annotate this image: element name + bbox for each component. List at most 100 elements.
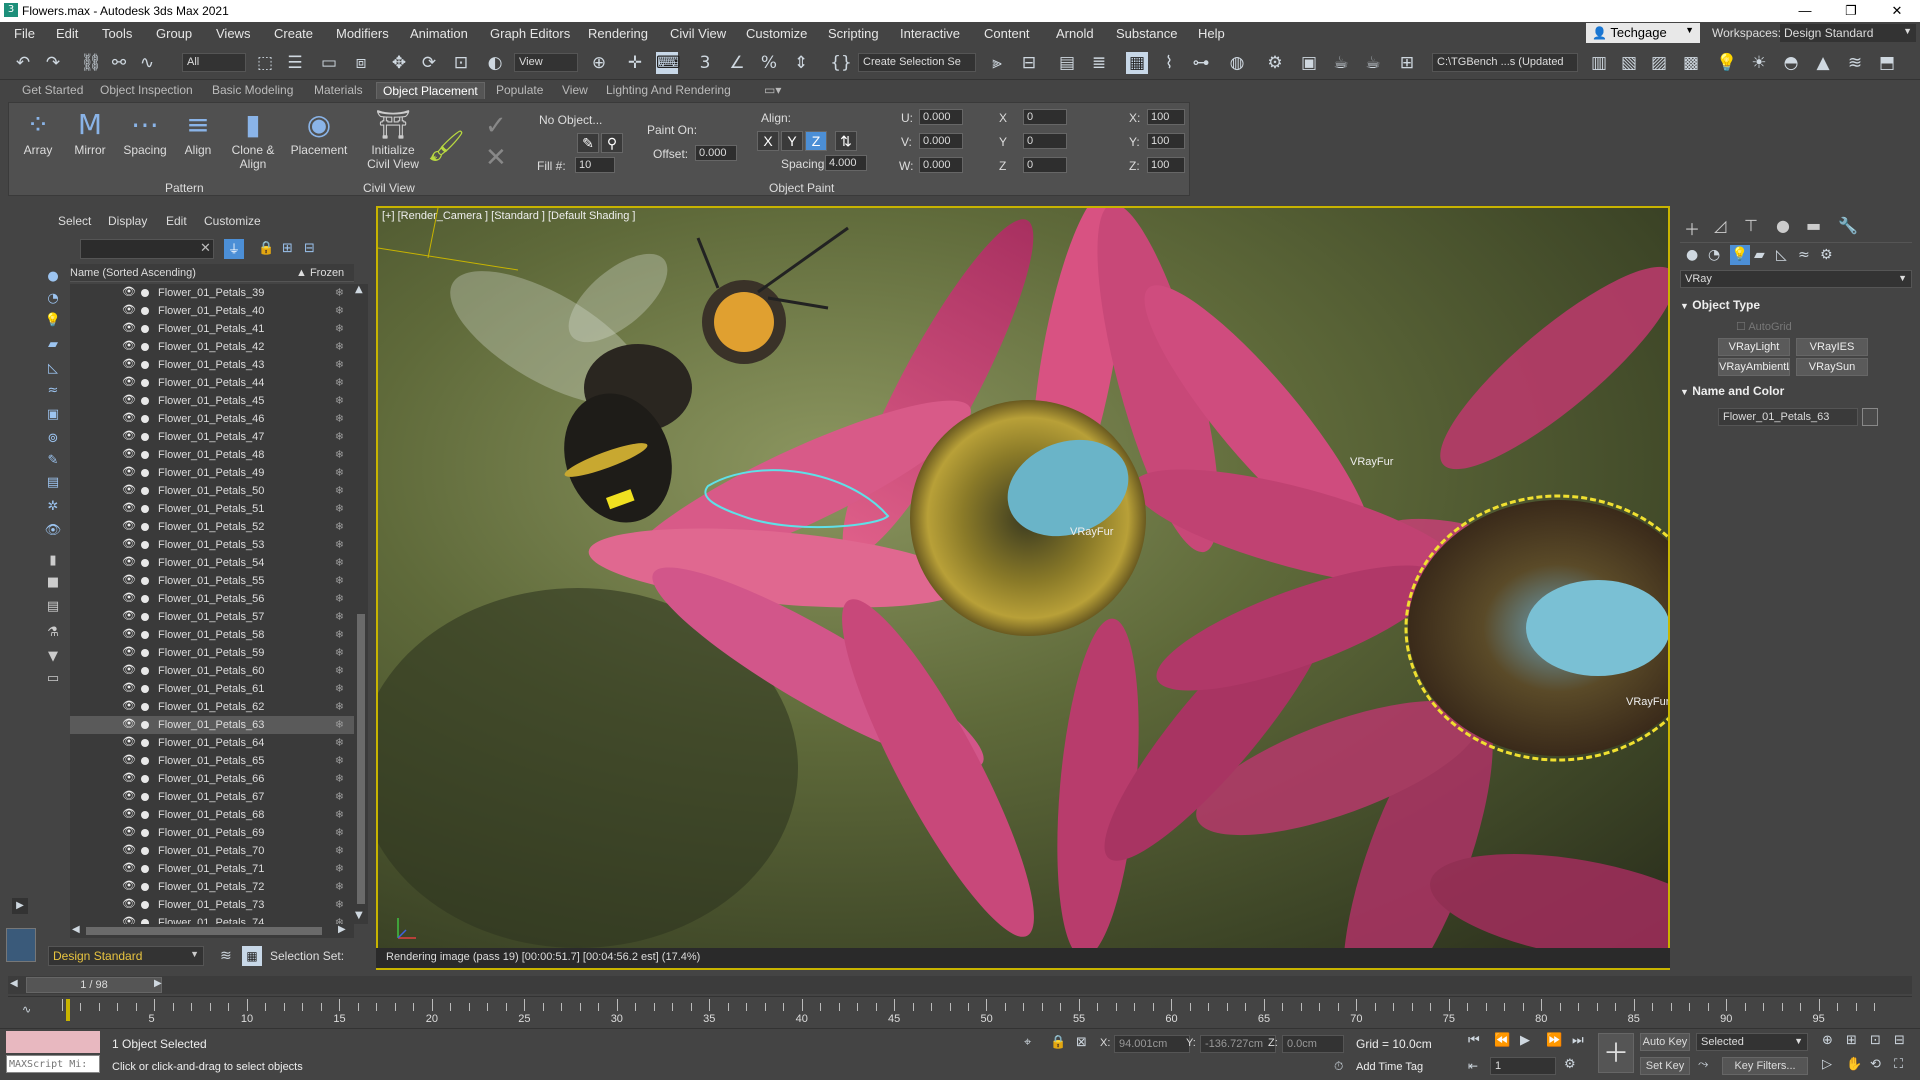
render-dot-icon[interactable] — [141, 541, 149, 549]
scroll-thumb[interactable] — [357, 614, 365, 904]
table-row[interactable]: 👁 Flower_01_Petals_48 ❄ — [70, 446, 354, 464]
visibility-eye-icon[interactable]: 👁 — [122, 591, 136, 604]
table-row[interactable]: 👁 Flower_01_Petals_43 ❄ — [70, 356, 354, 374]
redo-icon[interactable]: ↷ — [42, 52, 64, 74]
visibility-eye-icon[interactable]: 👁 — [122, 555, 136, 568]
flip-axis-icon[interactable]: ⇅ — [835, 131, 857, 151]
menu-create[interactable]: Create — [274, 26, 313, 41]
visibility-eye-icon[interactable]: 👁 — [122, 609, 136, 622]
utilities-tab-icon[interactable]: 🔧 — [1838, 216, 1858, 235]
render-dot-icon[interactable] — [141, 415, 149, 423]
x-coord-field[interactable]: 94.001cm — [1114, 1035, 1190, 1053]
rotate-x-spinner[interactable]: 0 — [1023, 109, 1067, 125]
menu-edit[interactable]: Edit — [56, 26, 78, 41]
tab-get-started[interactable]: Get Started — [22, 83, 83, 97]
name-and-color-rollout[interactable]: ▼ Name and Color — [1680, 384, 1912, 404]
visibility-eye-icon[interactable]: 👁 — [122, 303, 136, 316]
explorer-menu-display[interactable]: Display — [108, 214, 147, 228]
render-dot-icon[interactable] — [141, 865, 149, 873]
table-row[interactable]: 👁 Flower_01_Petals_71 ❄ — [70, 860, 354, 878]
table-row[interactable]: 👁 Flower_01_Petals_70 ❄ — [70, 842, 354, 860]
table-row[interactable]: 👁 Flower_01_Petals_72 ❄ — [70, 878, 354, 896]
table-row[interactable]: 👁 Flower_01_Petals_64 ❄ — [70, 734, 354, 752]
maximize-viewport-icon[interactable]: ⛶ — [1894, 1057, 1903, 1072]
ribbon-toggle-icon[interactable]: ▦ — [1126, 52, 1148, 74]
freeze-icon[interactable]: ❄ — [335, 898, 344, 911]
filter-icon[interactable]: ⚗ — [44, 624, 62, 642]
table-row[interactable]: 👁 Flower_01_Petals_65 ❄ — [70, 752, 354, 770]
table-row[interactable]: 👁 Flower_01_Petals_40 ❄ — [70, 302, 354, 320]
expand-arrow-icon[interactable]: ▶ — [12, 898, 28, 914]
visibility-eye-icon[interactable]: 👁 — [122, 681, 136, 694]
menu-help[interactable]: Help — [1198, 26, 1225, 41]
lights-category-icon[interactable]: 💡 — [1730, 245, 1750, 265]
bind-space-warp-icon[interactable]: ∿ — [136, 52, 158, 74]
menu-views[interactable]: Views — [216, 26, 250, 41]
freeze-icon[interactable]: ❄ — [335, 808, 344, 821]
mirror-icon[interactable]: ⫸ — [986, 52, 1008, 74]
visibility-eye-icon[interactable]: 👁 — [122, 663, 136, 676]
tab-object-inspection[interactable]: Object Inspection — [100, 83, 193, 97]
maxscript-listener-pink[interactable] — [6, 1031, 100, 1053]
freeze-icon[interactable]: ❄ — [335, 862, 344, 875]
vraylight-button[interactable]: VRayLight — [1718, 338, 1790, 356]
groups-filter-icon[interactable]: ▣ — [44, 406, 62, 424]
table-row[interactable]: 👁 Flower_01_Petals_54 ❄ — [70, 554, 354, 572]
render-dot-icon[interactable] — [141, 613, 149, 621]
visibility-eye-icon[interactable]: 👁 — [122, 519, 136, 532]
selection-lock-icon[interactable]: 🔒 — [1050, 1035, 1066, 1050]
menu-graph-editors[interactable]: Graph Editors — [490, 26, 570, 41]
scene-explorer-icon[interactable]: ▤ — [1056, 52, 1078, 74]
helpers-category-icon[interactable]: ◺ — [1776, 247, 1787, 263]
zoom-extents-all-icon[interactable]: ⊟ — [1894, 1033, 1905, 1048]
helpers-filter-icon[interactable]: ◺ — [44, 360, 62, 378]
render-camera-viewport[interactable]: VRayFur VRayFur VRayFur — [376, 206, 1670, 970]
render-dot-icon[interactable] — [141, 775, 149, 783]
visibility-eye-icon[interactable]: 👁 — [122, 735, 136, 748]
select-by-name-icon[interactable]: ☰ — [284, 52, 306, 74]
time-config-icon[interactable]: ⚙ — [1564, 1057, 1576, 1072]
offset-spinner[interactable]: 0.000 — [695, 145, 737, 161]
pick-object-icon[interactable]: ✎ — [577, 133, 599, 153]
containers-filter-icon[interactable]: ▤ — [44, 474, 62, 492]
checkmark-icon[interactable]: ✓ — [485, 111, 507, 141]
workspace-dropdown[interactable]: Design Standard ▼ — [1780, 24, 1916, 42]
table-row[interactable]: 👁 Flower_01_Petals_39 ❄ — [70, 284, 354, 302]
table-row[interactable]: 👁 Flower_01_Petals_66 ❄ — [70, 770, 354, 788]
key-mode-icon[interactable]: ⇤ — [1468, 1059, 1478, 1073]
explorer-menu-edit[interactable]: Edit — [166, 214, 187, 228]
freeze-icon[interactable]: ❄ — [335, 502, 344, 515]
explorer-search-input[interactable] — [80, 239, 214, 259]
motion-tab-icon[interactable]: ● — [1776, 216, 1790, 235]
xrefs-filter-icon[interactable]: ⊚ — [44, 430, 62, 448]
menu-modifiers[interactable]: Modifiers — [336, 26, 389, 41]
bones-filter-icon[interactable]: ✎ — [44, 452, 62, 470]
mirror-button[interactable]: M Mirror — [67, 107, 113, 157]
prev-frame-icon[interactable]: ◀ — [10, 978, 18, 989]
visibility-eye-icon[interactable]: 👁 — [122, 411, 136, 424]
tab-populate[interactable]: Populate — [496, 83, 543, 97]
render-dot-icon[interactable] — [141, 559, 149, 567]
list-view-icon[interactable]: ▤ — [44, 598, 62, 616]
minimize-button[interactable]: — — [1782, 0, 1828, 22]
freeze-icon[interactable]: ❄ — [335, 664, 344, 677]
render-dot-icon[interactable] — [141, 883, 149, 891]
table-row[interactable]: 👁 Flower_01_Petals_56 ❄ — [70, 590, 354, 608]
menu-content[interactable]: Content — [984, 26, 1030, 41]
vray-mesh-icon[interactable]: ▲ — [1812, 52, 1834, 74]
axis-y-button[interactable]: Y — [781, 131, 803, 151]
render-dot-icon[interactable] — [141, 847, 149, 855]
explorer-vertical-scrollbar[interactable]: ▲ ▼ — [354, 284, 368, 924]
render-dot-icon[interactable] — [141, 361, 149, 369]
table-row[interactable]: 👁 Flower_01_Petals_57 ❄ — [70, 608, 354, 626]
curve-editor-icon[interactable]: ⌇ — [1158, 52, 1180, 74]
snaps-toggle-icon[interactable]: 3 — [694, 52, 716, 74]
axis-x-button[interactable]: X — [757, 131, 779, 151]
render-dot-icon[interactable] — [141, 343, 149, 351]
tab-materials[interactable]: Materials — [314, 83, 363, 97]
table-row[interactable]: 👁 Flower_01_Petals_59 ❄ — [70, 644, 354, 662]
visibility-eye-icon[interactable]: 👁 — [122, 375, 136, 388]
zoom-all-icon[interactable]: ⊞ — [1846, 1033, 1857, 1048]
render-dot-icon[interactable] — [141, 757, 149, 765]
funnel-icon[interactable]: ▼ — [44, 648, 62, 666]
